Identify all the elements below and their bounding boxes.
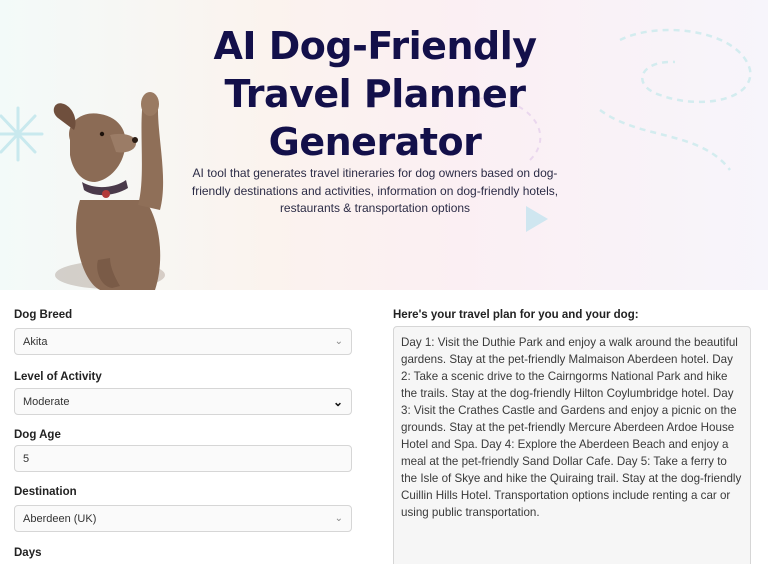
chevron-down-icon: ⌄ (334, 336, 343, 347)
chevron-down-icon: ⌄ (334, 513, 343, 524)
destination-label: Destination (14, 486, 77, 498)
page-title: AI Dog-Friendly Travel Planner Generator (213, 24, 537, 164)
destination-select[interactable]: Aberdeen (UK) ⌄ (14, 505, 352, 532)
result-textarea[interactable]: Day 1: Visit the Duthie Park and enjoy a… (393, 326, 751, 564)
result-label: Here's your travel plan for you and your… (393, 309, 639, 321)
dog-breed-value: Akita (23, 335, 48, 348)
days-label: Days (14, 547, 42, 559)
dog-breed-label: Dog Breed (14, 309, 73, 321)
chevron-down-icon: ⌄ (332, 394, 343, 409)
activity-level-value: Moderate (23, 395, 70, 408)
activity-level-select[interactable]: Moderate ⌄ (14, 388, 352, 415)
dog-breed-select[interactable]: Akita ⌄ (14, 328, 352, 355)
activity-level-label: Level of Activity (14, 371, 102, 383)
dog-age-input[interactable]: 5 (14, 445, 352, 472)
dog-age-label: Dog Age (14, 429, 61, 441)
hero-banner: AI Dog-Friendly Travel Planner Generator… (0, 0, 768, 290)
dog-image (53, 92, 165, 290)
page-subtitle: AI tool that generates travel itinerarie… (191, 166, 559, 215)
destination-value: Aberdeen (UK) (23, 512, 97, 525)
dog-age-value: 5 (23, 452, 30, 465)
